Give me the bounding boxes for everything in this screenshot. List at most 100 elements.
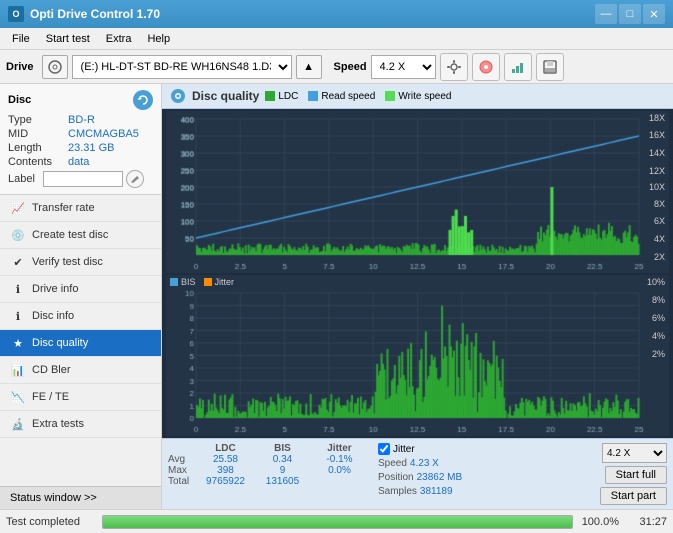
legend-write-speed-label: Write speed (398, 91, 451, 102)
disc-type-row: Type BD-R (8, 114, 153, 126)
drive-info-icon: ℹ (10, 281, 26, 297)
stats-bar: LDC BIS Jitter Avg 25.58 0.34 -0.1% Max … (162, 438, 673, 509)
stats-avg-bis: 0.34 (254, 454, 311, 465)
bis-canvas (166, 275, 669, 436)
speed-select[interactable]: 4.2 XMax2 X1 X (371, 55, 436, 79)
drive-select[interactable]: (E:) HL-DT-ST BD-RE WH16NS48 1.D3 (72, 55, 292, 79)
progress-bar-container (102, 515, 573, 529)
status-bar: Test completed 100.0% 31:27 (0, 509, 673, 533)
disc-length-val: 23.31 GB (68, 142, 114, 154)
disc-quality-header-icon (170, 88, 186, 104)
drive-label: Drive (6, 61, 34, 73)
jitter-checkbox-row: Jitter (378, 443, 462, 455)
jitter-checkbox[interactable] (378, 443, 390, 455)
menu-help[interactable]: Help (139, 29, 178, 49)
speed-selector-row: 4.2 XMax2 X (602, 443, 667, 463)
sidebar-item-label-create-test-disc: Create test disc (32, 229, 108, 241)
sidebar: Disc Type BD-R MID CMCMAGBA5 Length 23.3… (0, 84, 162, 509)
disc-mid-row: MID CMCMAGBA5 (8, 128, 153, 140)
sidebar-item-fe-te[interactable]: 📉 FE / TE (0, 384, 161, 411)
drive-bar: Drive (E:) HL-DT-ST BD-RE WH16NS48 1.D3 … (0, 50, 673, 84)
graph-icon-button[interactable] (504, 53, 532, 81)
stats-total-bis: 131605 (254, 476, 311, 487)
speed-row: Speed 4.23 X (378, 458, 462, 469)
disc-refresh-button[interactable] (133, 90, 153, 110)
menu-file[interactable]: File (4, 29, 38, 49)
window-controls: — □ ✕ (595, 4, 665, 24)
minimize-button[interactable]: — (595, 4, 617, 24)
stats-row-avg-label: Avg (168, 454, 197, 465)
samples-value: 381189 (420, 486, 453, 497)
stats-header-bis: BIS (254, 443, 311, 454)
stats-row-max-label: Max (168, 465, 197, 476)
sidebar-item-label-transfer-rate: Transfer rate (32, 202, 95, 214)
stats-header-jitter: Jitter (311, 443, 368, 454)
refresh-icon (137, 94, 149, 106)
legend-read-speed-label: Read speed (321, 91, 375, 102)
samples-row: Samples 381189 (378, 486, 462, 497)
jitter-speed-controls: Jitter Speed 4.23 X Position 23862 MB Sa… (378, 443, 462, 497)
close-button[interactable]: ✕ (643, 4, 665, 24)
position-label: Position (378, 472, 414, 483)
disc-type-val: BD-R (68, 114, 95, 126)
sidebar-item-create-test-disc[interactable]: 💿 Create test disc (0, 222, 161, 249)
eject-button[interactable]: ▲ (296, 55, 322, 79)
stats-avg-ldc: 25.58 (197, 454, 254, 465)
legend-write-speed: Write speed (385, 91, 451, 102)
start-full-button[interactable]: Start full (605, 466, 667, 484)
extra-tests-icon: 🔬 (10, 416, 26, 432)
sidebar-item-cd-bler[interactable]: 📊 CD Bler (0, 357, 161, 384)
sidebar-item-verify-test-disc[interactable]: ✔ Verify test disc (0, 249, 161, 276)
progress-percent: 100.0% (579, 516, 619, 528)
drive-icon-button[interactable] (42, 55, 68, 79)
disc-contents-key: Contents (8, 156, 68, 168)
cd-bler-icon: 📊 (10, 362, 26, 378)
maximize-button[interactable]: □ (619, 4, 641, 24)
disc-label-key: Label (8, 173, 43, 185)
legend: LDC Read speed Write speed (265, 91, 451, 102)
menu-extra[interactable]: Extra (98, 29, 140, 49)
speed-mini-select[interactable]: 4.2 XMax2 X (602, 443, 667, 463)
sidebar-item-disc-quality[interactable]: ★ Disc quality (0, 330, 161, 357)
sidebar-item-extra-tests[interactable]: 🔬 Extra tests (0, 411, 161, 438)
sidebar-item-transfer-rate[interactable]: 📈 Transfer rate (0, 195, 161, 222)
elapsed-time: 31:27 (625, 516, 667, 528)
menu-bar: File Start test Extra Help (0, 28, 673, 50)
verify-test-disc-icon: ✔ (10, 254, 26, 270)
right-controls: 4.2 XMax2 X Start full Start part (600, 443, 667, 505)
position-row: Position 23862 MB (378, 472, 462, 483)
status-window-button[interactable]: Status window >> (0, 486, 161, 509)
disc-label-icon-button[interactable] (126, 170, 144, 188)
save-icon-button[interactable] (536, 53, 564, 81)
disc-length-key: Length (8, 142, 68, 154)
app-title: Opti Drive Control 1.70 (30, 7, 160, 21)
disc-contents-val: data (68, 156, 89, 168)
disc-quality-title: Disc quality (192, 89, 259, 103)
sidebar-item-label-drive-info: Drive info (32, 283, 78, 295)
ldc-chart: 18X 16X 14X 12X 10X 8X 6X 4X 2X (166, 111, 669, 273)
disc-mid-val: CMCMAGBA5 (68, 128, 139, 140)
disc-section-title: Disc (8, 94, 31, 106)
legend-write-speed-dot (385, 91, 395, 101)
sidebar-item-label-verify-test-disc: Verify test disc (32, 256, 103, 268)
stats-max-ldc: 398 (197, 465, 254, 476)
sidebar-item-drive-info[interactable]: ℹ Drive info (0, 276, 161, 303)
status-text: Test completed (6, 516, 96, 528)
speed-label: Speed (334, 61, 367, 73)
app-icon: O (8, 6, 24, 22)
sidebar-item-label-fe-te: FE / TE (32, 391, 69, 403)
legend-read-speed: Read speed (308, 91, 375, 102)
menu-start-test[interactable]: Start test (38, 29, 98, 49)
pink-icon-button[interactable] (472, 53, 500, 81)
sidebar-item-disc-info[interactable]: ℹ Disc info (0, 303, 161, 330)
position-value: 23862 MB (417, 472, 463, 483)
start-part-button[interactable]: Start part (600, 487, 667, 505)
disc-type-key: Type (8, 114, 68, 126)
legend-read-speed-dot (308, 91, 318, 101)
settings-icon-button[interactable] (440, 53, 468, 81)
sidebar-item-label-cd-bler: CD Bler (32, 364, 71, 376)
disc-info-icon: ℹ (10, 308, 26, 324)
settings-icon (446, 59, 462, 75)
disc-label-input[interactable] (43, 171, 123, 187)
transfer-rate-icon: 📈 (10, 200, 26, 216)
